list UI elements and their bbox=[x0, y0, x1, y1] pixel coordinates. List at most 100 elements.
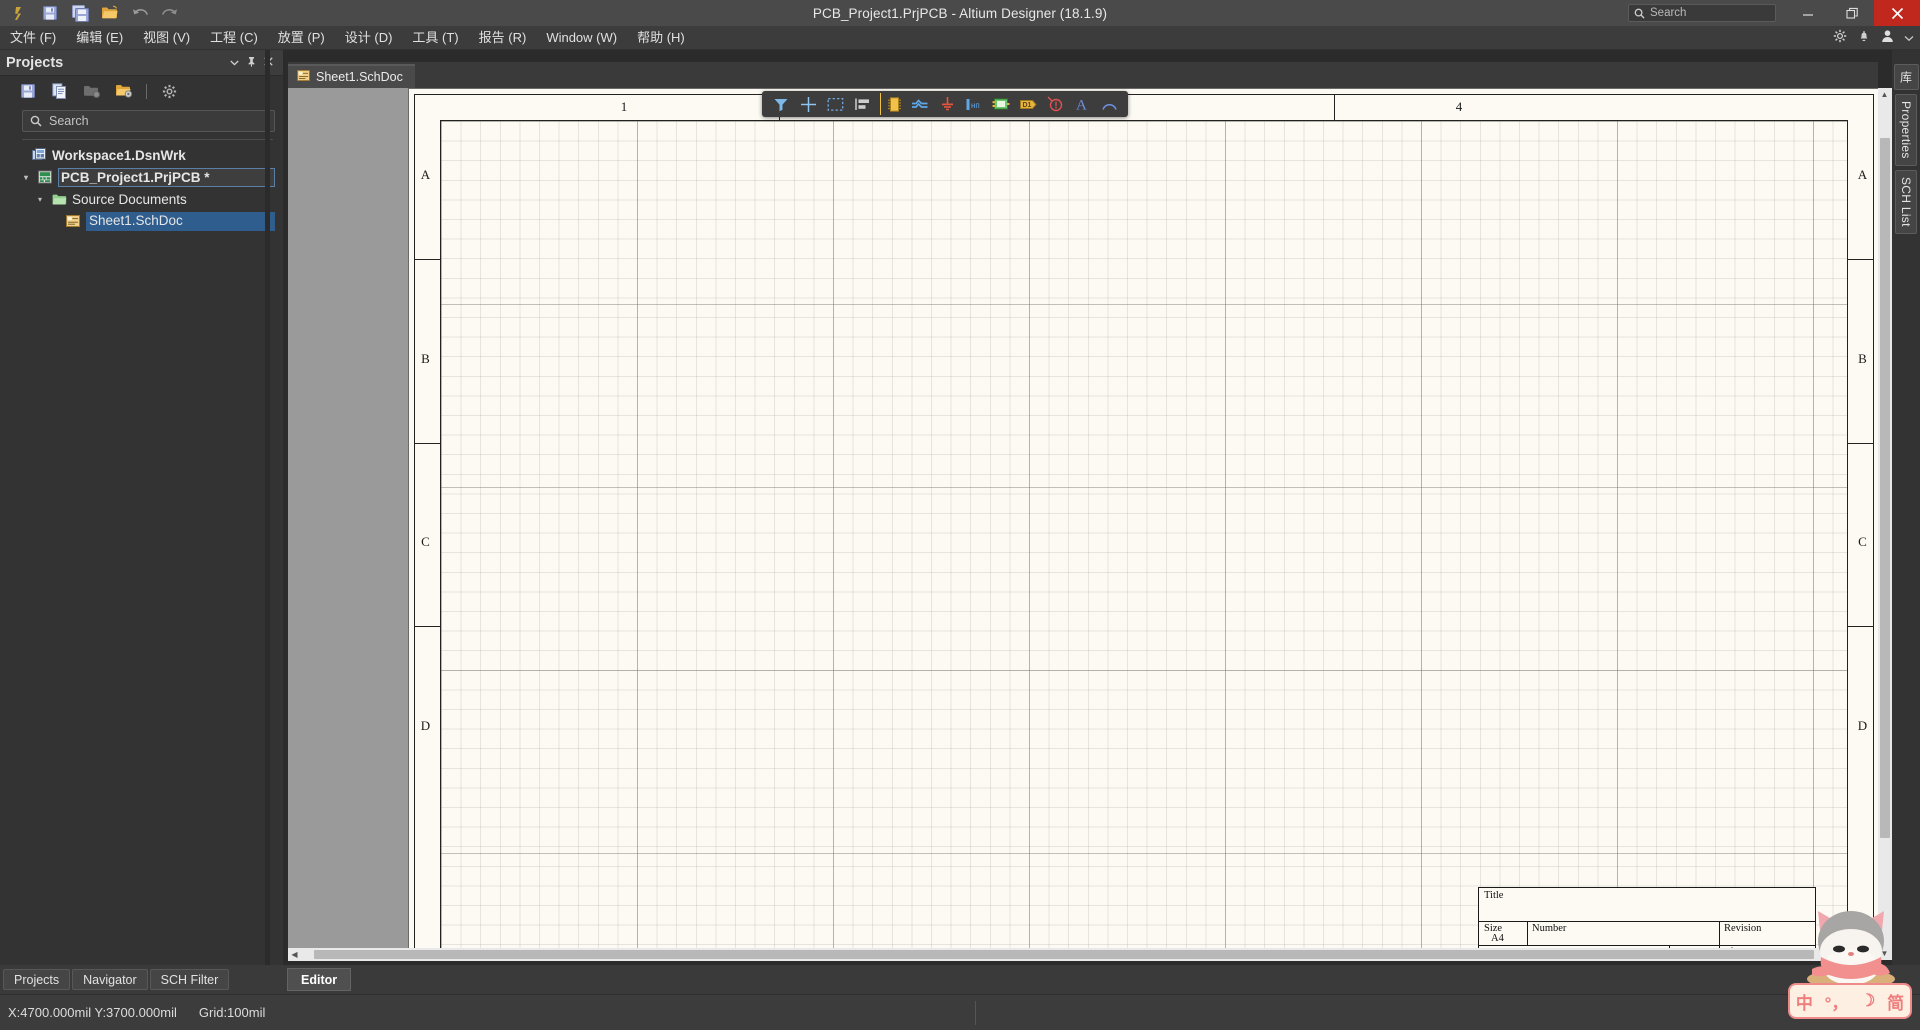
menu-bar: 文件 (F) 编辑 (E) 视图 (V) 工程 (C) 放置 (P) 设计 (D… bbox=[0, 26, 1920, 50]
zone-tick bbox=[414, 443, 440, 445]
vertical-scrollbar[interactable]: ▲ ▼ bbox=[1878, 88, 1892, 960]
menu-file[interactable]: 文件 (F) bbox=[0, 26, 66, 50]
dock-tab-properties[interactable]: Properties bbox=[1895, 94, 1917, 167]
global-search-placeholder: Search bbox=[1650, 7, 1687, 19]
zone-label-row-c: C bbox=[421, 534, 430, 549]
zone-label-col-4: 4 bbox=[1455, 99, 1463, 114]
menu-help[interactable]: 帮助 (H) bbox=[627, 26, 695, 50]
panel-settings-gear-icon[interactable] bbox=[155, 79, 183, 103]
canvas-background: Title Size A4 Number Revision Date: 2021… bbox=[288, 88, 1878, 960]
grid-major bbox=[441, 121, 1847, 958]
place-gnd-icon[interactable] bbox=[934, 93, 960, 115]
svg-text:нп: нп bbox=[971, 101, 980, 110]
altium-logo-icon[interactable] bbox=[6, 1, 34, 25]
open-project-disabled-icon[interactable] bbox=[78, 79, 106, 103]
project-options-icon[interactable] bbox=[110, 79, 138, 103]
undo-icon[interactable] bbox=[126, 1, 154, 25]
panel-tab-navigator[interactable]: Navigator bbox=[72, 969, 148, 990]
dock-tab-sch-list[interactable]: SCH List bbox=[1895, 170, 1917, 234]
place-no-erc-icon[interactable] bbox=[1042, 93, 1068, 115]
projects-panel-toolbar bbox=[0, 76, 283, 106]
tree-item-sheet1-schdoc[interactable]: Sheet1.SchDoc bbox=[12, 210, 283, 232]
scroll-down-arrow[interactable]: ▼ bbox=[1878, 947, 1891, 960]
scroll-up-arrow[interactable]: ▲ bbox=[1878, 88, 1891, 101]
horizontal-scrollbar[interactable]: ◀ ▶ bbox=[288, 948, 1878, 961]
menu-tools[interactable]: 工具 (T) bbox=[402, 26, 468, 50]
editor-tab-bar: Editor bbox=[283, 965, 1920, 994]
open-folder-icon[interactable] bbox=[96, 1, 124, 25]
filter-funnel-icon[interactable] bbox=[768, 93, 794, 115]
redo-icon[interactable] bbox=[156, 1, 184, 25]
schematic-sheet[interactable]: Title Size A4 Number Revision Date: 2021… bbox=[408, 88, 1878, 960]
title-block-title-label: Title bbox=[1484, 890, 1504, 901]
place-wire-icon[interactable] bbox=[907, 93, 933, 115]
title-block-size-value: A4 bbox=[1491, 933, 1504, 944]
menu-view[interactable]: 视图 (V) bbox=[133, 26, 200, 50]
zone-tick bbox=[414, 259, 440, 261]
align-icon[interactable] bbox=[849, 93, 875, 115]
pin-icon[interactable] bbox=[243, 56, 260, 70]
place-sheet-symbol-icon[interactable] bbox=[988, 93, 1014, 115]
menu-reports[interactable]: 报告 (R) bbox=[469, 26, 537, 50]
menu-place[interactable]: 放置 (P) bbox=[268, 26, 335, 50]
panel-tab-projects[interactable]: Projects bbox=[3, 969, 71, 990]
svg-text:D1: D1 bbox=[1022, 102, 1031, 109]
place-arc-icon[interactable] bbox=[1096, 93, 1122, 115]
tree-item-label: Workspace1.DsnWrk bbox=[52, 147, 186, 163]
status-grid: Grid:100mil bbox=[198, 1005, 266, 1020]
user-account-icon[interactable] bbox=[1881, 29, 1894, 48]
compile-documents-icon[interactable] bbox=[46, 79, 74, 103]
place-text-string-icon[interactable]: A bbox=[1069, 93, 1095, 115]
tree-item-label: Sheet1.SchDoc bbox=[86, 211, 275, 231]
tree-item-source-documents[interactable]: ▾ Source Documents bbox=[12, 188, 283, 210]
tree-expander[interactable]: ▾ bbox=[34, 195, 46, 204]
status-separator bbox=[975, 1001, 976, 1025]
chevron-down-icon[interactable] bbox=[226, 57, 243, 69]
chevron-down-icon[interactable] bbox=[1904, 29, 1914, 47]
place-net-label-icon[interactable]: нп bbox=[961, 93, 987, 115]
bell-icon[interactable] bbox=[1857, 29, 1871, 48]
zone-label-row-d: D bbox=[420, 718, 431, 733]
schdoc-icon bbox=[65, 213, 81, 229]
restore-button[interactable] bbox=[1830, 0, 1874, 26]
scroll-left-arrow[interactable]: ◀ bbox=[288, 948, 301, 961]
horizontal-scroll-thumb[interactable] bbox=[314, 950, 1814, 959]
panel-resize-handle[interactable] bbox=[265, 50, 270, 965]
status-coordinates: X:4700.000mil Y:3700.000mil bbox=[8, 1005, 177, 1020]
place-part-icon[interactable] bbox=[880, 93, 906, 115]
projects-panel-header: Projects bbox=[0, 50, 283, 76]
panel-tab-sch-filter[interactable]: SCH Filter bbox=[149, 969, 230, 990]
global-search-input[interactable]: Search bbox=[1628, 4, 1776, 22]
minimize-button[interactable] bbox=[1786, 0, 1830, 26]
projects-panel: Projects Search Workspace1.DsnWrk ▾ PCB_… bbox=[0, 50, 283, 965]
menu-project[interactable]: 工程 (C) bbox=[200, 26, 268, 50]
select-area-icon[interactable] bbox=[822, 93, 848, 115]
schematic-editor-canvas[interactable]: Title Size A4 Number Revision Date: 2021… bbox=[288, 88, 1878, 960]
crosshair-place-icon[interactable] bbox=[795, 93, 821, 115]
gear-icon[interactable] bbox=[1833, 29, 1847, 48]
document-tab-sheet1[interactable]: Sheet1.SchDoc bbox=[288, 64, 415, 88]
editor-tab[interactable]: Editor bbox=[287, 968, 352, 991]
zone-label-row-a: A bbox=[420, 167, 431, 182]
scroll-right-arrow[interactable]: ▶ bbox=[1865, 948, 1878, 961]
save-icon[interactable] bbox=[36, 1, 64, 25]
save-all-icon[interactable] bbox=[66, 1, 94, 25]
right-dock-panel: 库 Properties SCH List bbox=[1892, 50, 1920, 965]
tree-expander[interactable]: ▾ bbox=[20, 173, 32, 182]
place-port-icon[interactable]: D1 bbox=[1015, 93, 1041, 115]
dock-tab-library[interactable]: 库 bbox=[1893, 64, 1919, 91]
tree-item-workspace[interactable]: Workspace1.DsnWrk bbox=[12, 144, 283, 166]
menu-design[interactable]: 设计 (D) bbox=[335, 26, 403, 50]
save-project-icon[interactable] bbox=[14, 79, 42, 103]
status-bar: X:4700.000mil Y:3700.000mil Grid:100mil bbox=[0, 994, 1920, 1030]
menu-window[interactable]: Window (W) bbox=[536, 26, 627, 50]
tb-hline-1 bbox=[1479, 921, 1815, 923]
tree-item-project[interactable]: ▾ PCB_Project1.PrjPCB * bbox=[12, 166, 283, 188]
zone-label-row-b-right: B bbox=[1858, 351, 1867, 366]
schematic-active-bar[interactable]: нп D1 A bbox=[762, 91, 1128, 117]
close-button[interactable] bbox=[1874, 0, 1920, 26]
vertical-scroll-thumb[interactable] bbox=[1880, 138, 1890, 838]
projects-search-input[interactable]: Search bbox=[22, 110, 275, 132]
menu-edit[interactable]: 编辑 (E) bbox=[66, 26, 133, 50]
left-panel-tab-bar: Projects Navigator SCH Filter bbox=[0, 965, 283, 994]
